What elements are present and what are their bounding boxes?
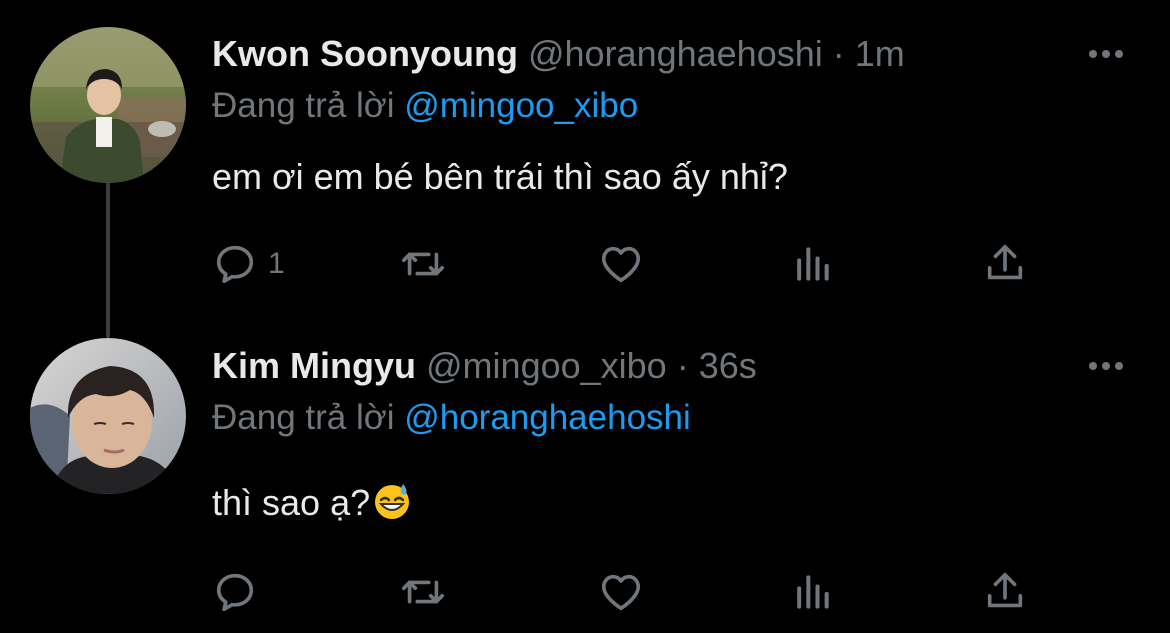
author-name[interactable]: Kwon Soonyoung: [212, 33, 518, 74]
reply-icon: [216, 245, 254, 284]
replying-to: Đang trả lời @horanghaehoshi: [212, 395, 691, 441]
avatar[interactable]: [30, 27, 186, 183]
more-icon: [1089, 362, 1123, 370]
share-button[interactable]: [982, 567, 1028, 617]
grinning-face-with-sweat-icon: [375, 484, 410, 519]
retweet-icon: [402, 252, 444, 276]
views-icon: [797, 247, 829, 281]
replying-to-mention[interactable]: @horanghaehoshi: [404, 398, 691, 437]
more-options-button[interactable]: [1086, 351, 1126, 381]
avatar[interactable]: [30, 338, 186, 494]
views-button[interactable]: [790, 239, 834, 289]
like-icon: [601, 574, 641, 611]
like-icon: [601, 246, 641, 283]
like-button[interactable]: [597, 567, 645, 617]
tweet-header: Kim Mingyu @mingoo_xibo · 36s: [212, 341, 1110, 391]
author-handle[interactable]: @mingoo_xibo: [426, 345, 667, 386]
tweet-header: Kwon Soonyoung @horanghaehoshi · 1m: [212, 29, 1110, 79]
tweet[interactable]: Kwon Soonyoung @horanghaehoshi · 1m Đang…: [0, 0, 1170, 316]
reply-icon: [216, 573, 254, 612]
views-icon: [797, 575, 829, 609]
separator-dot: ·: [832, 33, 845, 74]
tweet-text: em ơi em bé bên trái thì sao ấy nhỉ?: [212, 156, 788, 197]
retweet-button[interactable]: [399, 567, 447, 617]
reply-count: 1: [268, 247, 285, 280]
more-options-button[interactable]: [1086, 39, 1126, 69]
timestamp[interactable]: 1m: [855, 33, 905, 74]
replying-to: Đang trả lời @mingoo_xibo: [212, 83, 638, 129]
author-name[interactable]: Kim Mingyu: [212, 345, 416, 386]
replying-to-label: Đang trả lời: [212, 86, 395, 125]
views-button[interactable]: [790, 567, 834, 617]
tweet-actions: 1: [212, 239, 1042, 289]
tweet-text: thì sao ạ?: [212, 478, 412, 528]
retweet-icon: [402, 580, 444, 604]
tweet-actions: [212, 567, 1042, 617]
author-handle[interactable]: @horanghaehoshi: [528, 33, 823, 74]
tweet[interactable]: Kim Mingyu @mingoo_xibo · 36s Đang trả l…: [0, 316, 1170, 633]
timestamp[interactable]: 36s: [699, 345, 757, 386]
tweet-text-body: thì sao ạ?: [212, 482, 371, 523]
share-icon: [987, 572, 1023, 608]
reply-button[interactable]: 1: [212, 239, 285, 289]
share-button[interactable]: [982, 239, 1028, 289]
reply-button[interactable]: [212, 567, 268, 617]
share-icon: [987, 244, 1023, 280]
separator-dot: ·: [676, 345, 689, 386]
retweet-button[interactable]: [399, 239, 447, 289]
like-button[interactable]: [597, 239, 645, 289]
more-icon: [1089, 50, 1123, 58]
replying-to-label: Đang trả lời: [212, 398, 395, 437]
replying-to-mention[interactable]: @mingoo_xibo: [404, 86, 638, 125]
